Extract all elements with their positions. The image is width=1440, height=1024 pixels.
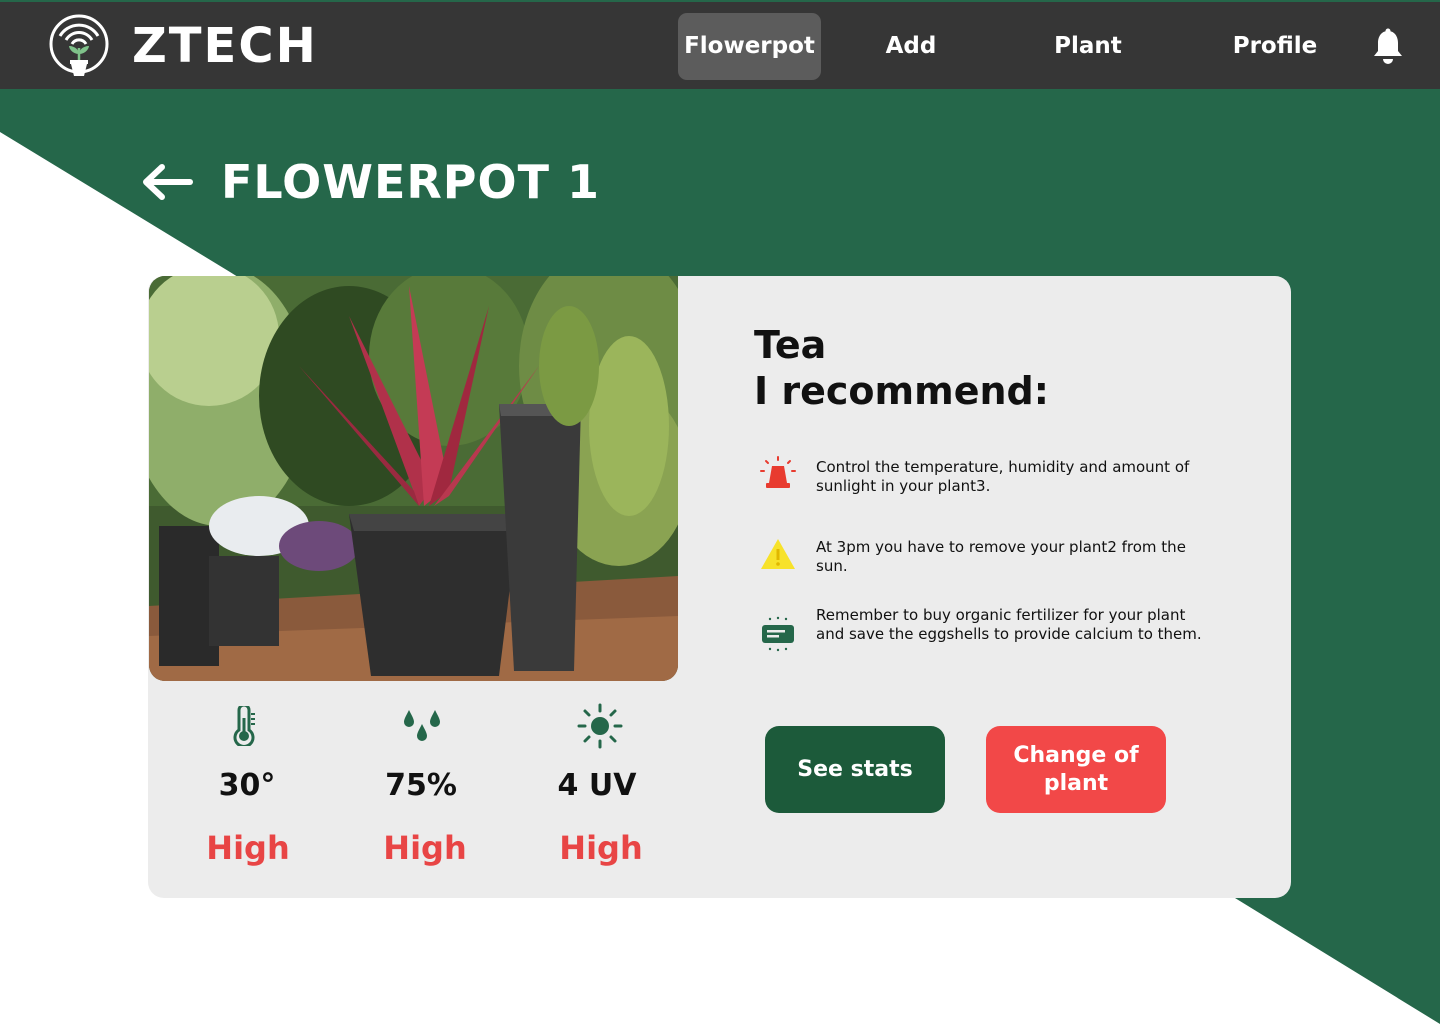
ztech-logo-icon[interactable] xyxy=(48,12,110,80)
see-stats-button[interactable]: See stats xyxy=(765,726,945,813)
change-plant-button[interactable]: Change of plant xyxy=(986,726,1166,813)
recommend-heading: I recommend: xyxy=(754,369,1049,413)
nav-item-add[interactable]: Add xyxy=(855,13,967,80)
top-navbar: ZTECH Flowerpot Add Plant Profile xyxy=(0,0,1440,89)
plant-photo xyxy=(149,276,678,681)
water-drops-icon xyxy=(404,710,440,741)
uv-level: High xyxy=(559,829,643,867)
nav-item-plant[interactable]: Plant xyxy=(1030,13,1146,80)
back-arrow-icon[interactable] xyxy=(140,162,196,202)
thermometer-icon xyxy=(233,706,255,746)
nav-item-profile[interactable]: Profile xyxy=(1218,13,1332,80)
uv-value: 4 UV xyxy=(557,768,637,803)
humidity-level: High xyxy=(383,829,467,867)
recommendation-text-1: Control the temperature, humidity and am… xyxy=(816,458,1190,495)
temperature-value: 30° xyxy=(218,768,276,803)
page-title: FLOWERPOT 1 xyxy=(221,155,600,209)
nav-item-flowerpot[interactable]: Flowerpot xyxy=(678,13,821,80)
sun-icon xyxy=(577,703,623,749)
siren-alarm-icon xyxy=(760,456,796,488)
recommendation-text-3: Remember to buy organic fertilizer for y… xyxy=(816,606,1202,643)
recommendation-text-2: At 3pm you have to remove your plant2 fr… xyxy=(816,538,1186,575)
temperature-level: High xyxy=(206,829,290,867)
humidity-value: 75% xyxy=(385,768,457,803)
brand-name: ZTECH xyxy=(132,18,318,74)
warning-icon xyxy=(761,539,795,569)
note-icon xyxy=(762,616,794,652)
bell-icon[interactable] xyxy=(1370,28,1406,66)
change-plant-label: Change of plant xyxy=(1013,742,1139,796)
see-stats-label: See stats xyxy=(797,756,913,782)
plant-name: Tea xyxy=(754,323,827,367)
